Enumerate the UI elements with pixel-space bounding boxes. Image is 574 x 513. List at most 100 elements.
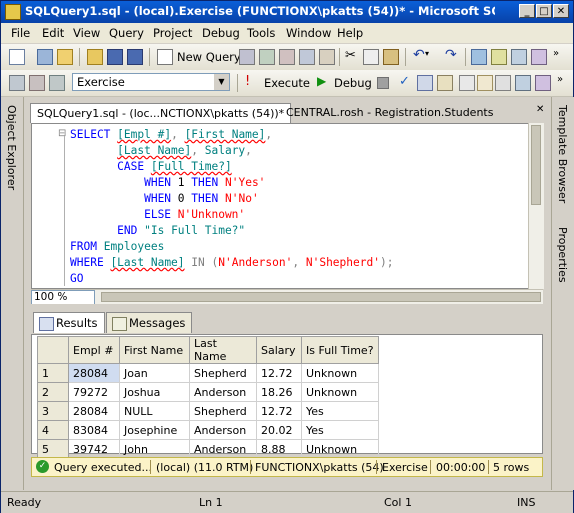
menu-window[interactable]: Window [286, 26, 331, 40]
table-cell[interactable]: Josephine [119, 420, 190, 440]
table-cell[interactable]: 12.72 [256, 401, 302, 421]
row-number[interactable]: 5 [37, 439, 69, 459]
collapse-region-icon[interactable]: ⊟ [58, 128, 66, 139]
menu-help[interactable]: Help [337, 26, 363, 40]
query-designer-icon[interactable] [437, 75, 453, 91]
properties-window-icon[interactable] [531, 49, 547, 65]
table-cell[interactable]: 79272 [68, 382, 120, 402]
database-engine-query-icon[interactable] [239, 49, 255, 65]
table-cell[interactable]: 20.02 [256, 420, 302, 440]
editor-horizontal-scrollbar[interactable]: 100 % [31, 289, 543, 305]
table-cell[interactable]: 8.88 [256, 439, 302, 459]
new-query-icon[interactable] [157, 49, 173, 65]
table-cell[interactable]: 39742 [68, 439, 120, 459]
horizontal-scroll-thumb[interactable] [101, 292, 541, 302]
results-to-text-icon[interactable] [459, 75, 475, 91]
uncomment-icon[interactable] [535, 75, 551, 91]
start-debug-icon[interactable] [471, 49, 487, 65]
save-icon[interactable] [107, 49, 123, 65]
table-cell[interactable]: 28084 [68, 401, 120, 421]
cut-icon[interactable]: ✂ [345, 48, 356, 63]
column-header[interactable]: Last Name [189, 336, 257, 364]
row-number-header[interactable] [37, 336, 69, 364]
table-cell[interactable]: Yes [301, 401, 379, 421]
close-tab-icon[interactable]: ✕ [536, 104, 544, 115]
table-row[interactable]: 1 28084 Joan Shepherd 12.72 Unknown [37, 363, 379, 383]
tab-central-rosh[interactable]: CENTRAL.rosh - Registration.Students [286, 106, 493, 119]
properties-tab[interactable]: Properties [556, 227, 569, 283]
open-file-icon[interactable] [87, 49, 103, 65]
column-header[interactable]: Salary [256, 336, 302, 364]
change-connection-icon[interactable] [49, 75, 65, 91]
connect-icon[interactable] [9, 75, 25, 91]
new-query-button[interactable]: New Query [177, 50, 241, 64]
table-row[interactable]: 4 83084 Josephine Anderson 20.02 Yes [37, 420, 379, 440]
sql-editor[interactable]: ⊟ SELECT [Empl #], [First Name], [Last N… [31, 123, 543, 289]
table-cell[interactable]: Anderson [189, 420, 257, 440]
object-explorer-tab[interactable]: Object Explorer [5, 105, 18, 190]
table-cell[interactable]: 28084 [68, 363, 120, 383]
mdx-query-icon[interactable] [279, 49, 295, 65]
new-project-icon[interactable] [9, 49, 25, 65]
table-cell[interactable]: Unknown [301, 363, 379, 383]
table-cell[interactable]: Unknown [301, 382, 379, 402]
table-cell[interactable]: Anderson [189, 439, 257, 459]
table-cell[interactable]: Yes [301, 420, 379, 440]
undo-icon[interactable]: ↶ [413, 47, 425, 63]
execute-icon[interactable]: ! [245, 74, 250, 89]
dmx-query-icon[interactable] [319, 49, 335, 65]
redo-icon[interactable]: ↷ [445, 47, 457, 63]
table-cell[interactable]: Unknown [301, 439, 379, 459]
xmla-query-icon[interactable] [299, 49, 315, 65]
add-item-icon[interactable] [37, 49, 53, 65]
table-cell[interactable]: Anderson [189, 382, 257, 402]
column-header[interactable]: Empl # [68, 336, 120, 364]
results-to-file-icon[interactable] [495, 75, 511, 91]
row-number[interactable]: 1 [37, 363, 69, 383]
debug-button[interactable]: Debug [334, 76, 372, 90]
chevron-down-icon[interactable]: ▼ [214, 74, 229, 90]
tab-messages[interactable]: Messages [106, 312, 193, 333]
toolbar-overflow-icon[interactable]: » [553, 48, 559, 59]
close-button[interactable]: ✕ [553, 4, 569, 18]
minimize-button[interactable]: _ [519, 4, 535, 18]
menu-view[interactable]: View [73, 26, 100, 40]
save-all-icon[interactable] [127, 49, 143, 65]
template-browser-tab[interactable]: Template Browser [556, 105, 569, 203]
table-cell[interactable]: 83084 [68, 420, 120, 440]
zoom-select[interactable]: 100 % [31, 290, 95, 305]
column-header[interactable]: Is Full Time? [301, 336, 379, 364]
table-cell[interactable]: 12.72 [256, 363, 302, 383]
table-cell[interactable]: Shepherd [189, 363, 257, 383]
tab-results[interactable]: Results [33, 312, 105, 333]
paste-icon[interactable] [383, 49, 399, 65]
table-row[interactable]: 2 79272 Joshua Anderson 18.26 Unknown [37, 382, 379, 402]
comment-out-icon[interactable] [515, 75, 531, 91]
analysis-query-icon[interactable] [259, 49, 275, 65]
row-number[interactable]: 3 [37, 401, 69, 421]
table-cell[interactable]: 18.26 [256, 382, 302, 402]
table-cell[interactable]: Joan [119, 363, 190, 383]
editor-scroll-thumb[interactable] [531, 125, 541, 205]
find-icon[interactable] [491, 49, 507, 65]
copy-icon[interactable] [363, 49, 379, 65]
menu-query[interactable]: Query [109, 26, 144, 40]
results-to-grid-icon[interactable] [477, 75, 493, 91]
parse-icon[interactable]: ✓ [399, 74, 410, 89]
table-row[interactable]: 5 39742 John Anderson 8.88 Unknown [37, 439, 379, 459]
menu-debug[interactable]: Debug [202, 26, 240, 40]
table-cell[interactable]: Joshua [119, 382, 190, 402]
display-plan-icon[interactable] [417, 75, 433, 91]
execute-button[interactable]: Execute [264, 76, 310, 90]
undo-dropdown-icon[interactable]: ▾ [425, 49, 429, 58]
disconnect-icon[interactable] [29, 75, 45, 91]
table-cell[interactable]: Shepherd [189, 401, 257, 421]
row-number[interactable]: 2 [37, 382, 69, 402]
menu-project[interactable]: Project [153, 26, 192, 40]
tab-sqlquery1[interactable]: SQLQuery1.sql - (loc...NCTIONX\pkatts (5… [30, 103, 292, 123]
editor-vertical-scrollbar[interactable] [528, 123, 544, 289]
row-number[interactable]: 4 [37, 420, 69, 440]
toolbar2-overflow-icon[interactable]: » [557, 74, 563, 85]
menu-tools[interactable]: Tools [247, 26, 275, 40]
sql-code[interactable]: SELECT [Empl #], [First Name], [Last Nam… [70, 127, 393, 287]
